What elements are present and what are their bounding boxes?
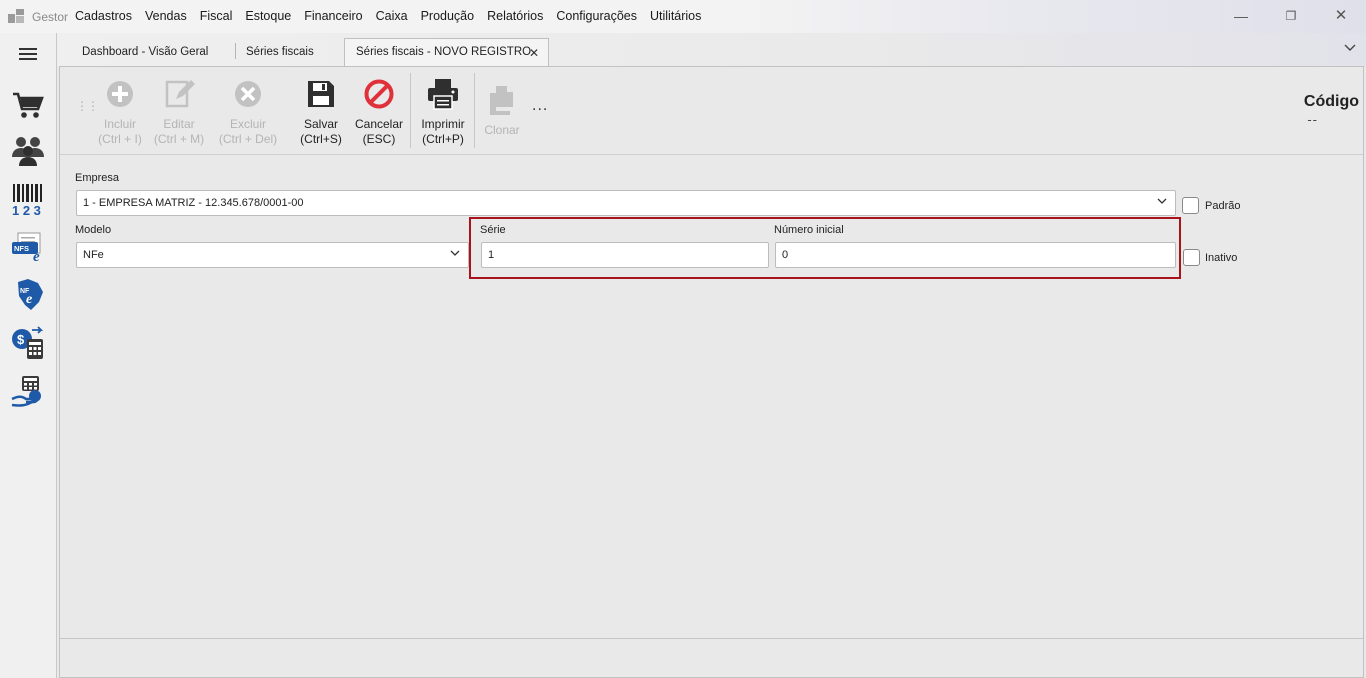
editar-label: Editar bbox=[163, 117, 195, 131]
sidebar: 1 2 3 NFS e NF e $ bbox=[0, 33, 57, 678]
svg-text:e: e bbox=[26, 292, 32, 307]
app-logo-icon bbox=[8, 9, 24, 23]
cancel-icon bbox=[364, 79, 394, 109]
modelo-value: NFe bbox=[83, 249, 104, 261]
clonar-button[interactable]: Clonar bbox=[478, 83, 526, 138]
inativo-checkbox[interactable] bbox=[1183, 249, 1200, 266]
toolbar-separator bbox=[410, 73, 411, 148]
barcode-icon[interactable]: 1 2 3 bbox=[10, 181, 46, 218]
tab-separator bbox=[235, 43, 236, 59]
svg-text:NFS: NFS bbox=[14, 244, 29, 253]
salvar-shortcut: (Ctrl+S) bbox=[300, 132, 342, 146]
tab-series-fiscais[interactable]: Séries fiscais bbox=[246, 38, 314, 67]
save-icon bbox=[308, 81, 334, 107]
svg-text:e: e bbox=[33, 249, 40, 265]
excluir-shortcut: (Ctrl + Del) bbox=[218, 132, 278, 146]
tab-dashboard[interactable]: Dashboard - Visão Geral bbox=[82, 38, 208, 67]
menu-financeiro[interactable]: Financeiro bbox=[304, 9, 362, 23]
menu-producao[interactable]: Produção bbox=[421, 9, 475, 23]
codigo-value: -- bbox=[1307, 112, 1318, 127]
salvar-button[interactable]: Salvar (Ctrl+S) bbox=[295, 77, 347, 147]
incluir-shortcut: (Ctrl + I) bbox=[98, 132, 142, 146]
incluir-button[interactable]: Incluir (Ctrl + I) bbox=[91, 77, 149, 147]
main-panel: ⋮⋮ Incluir (Ctrl + I) Editar (Ctrl + M) … bbox=[59, 66, 1364, 678]
imprimir-button[interactable]: Imprimir (Ctrl+P) bbox=[415, 77, 471, 147]
menu-configuracoes[interactable]: Configurações bbox=[556, 9, 637, 23]
codigo-label: Código bbox=[1303, 93, 1359, 110]
tab-label: Séries fiscais - NOVO REGISTRO bbox=[356, 46, 532, 58]
padrao-label: Padrão bbox=[1205, 200, 1241, 212]
svg-text:$: $ bbox=[17, 332, 25, 347]
editar-button[interactable]: Editar (Ctrl + M) bbox=[148, 77, 210, 147]
svg-text:1 2 3: 1 2 3 bbox=[12, 203, 41, 217]
cancelar-button[interactable]: Cancelar (ESC) bbox=[352, 77, 406, 147]
chevron-down-icon bbox=[450, 250, 460, 256]
excluir-label: Excluir bbox=[229, 117, 266, 131]
modelo-select[interactable]: NFe bbox=[76, 242, 469, 268]
tab-series-fiscais-novo-registro[interactable]: Séries fiscais - NOVO REGISTRO ✕ bbox=[344, 38, 549, 68]
menu-estoque[interactable]: Estoque bbox=[245, 9, 291, 23]
toolbar-separator bbox=[474, 73, 475, 148]
menu-icon[interactable] bbox=[10, 39, 46, 75]
plus-circle-icon bbox=[107, 81, 133, 107]
imprimir-label: Imprimir bbox=[421, 117, 465, 131]
minimize-button[interactable]: — bbox=[1226, 6, 1256, 26]
title-bar: Gestor Cadastros Vendas Fiscal Estoque F… bbox=[0, 0, 1366, 33]
highlight-box bbox=[469, 217, 1181, 279]
more-options-icon[interactable]: ... bbox=[532, 97, 548, 115]
empresa-select[interactable]: 1 - EMPRESA MATRIZ - 12.345.678/0001-00 bbox=[76, 190, 1176, 216]
imprimir-shortcut: (Ctrl+P) bbox=[422, 132, 464, 146]
delete-circle-icon bbox=[235, 81, 261, 107]
cancelar-label: Cancelar bbox=[354, 117, 404, 131]
incluir-label: Incluir bbox=[103, 117, 136, 131]
menu-cadastros[interactable]: Cadastros bbox=[75, 9, 132, 23]
menu-caixa[interactable]: Caixa bbox=[376, 9, 408, 23]
editar-shortcut: (Ctrl + M) bbox=[153, 132, 205, 146]
tab-close-icon[interactable]: ✕ bbox=[529, 46, 539, 60]
empresa-label: Empresa bbox=[75, 172, 120, 184]
cash-calculator-icon[interactable]: $ bbox=[10, 325, 46, 361]
print-icon bbox=[428, 79, 458, 110]
modelo-label: Modelo bbox=[75, 224, 112, 236]
close-window-button[interactable]: ✕ bbox=[1326, 6, 1356, 26]
nfe-icon[interactable]: NF e bbox=[10, 277, 46, 313]
menu-vendas[interactable]: Vendas bbox=[145, 9, 187, 23]
edit-icon bbox=[165, 80, 195, 108]
inativo-label: Inativo bbox=[1205, 252, 1238, 264]
status-bar-divider bbox=[60, 638, 1363, 639]
main-menu: Cadastros Vendas Fiscal Estoque Financei… bbox=[75, 9, 714, 23]
toolbar: ⋮⋮ Incluir (Ctrl + I) Editar (Ctrl + M) … bbox=[60, 67, 1363, 155]
menu-utilitarios[interactable]: Utilitários bbox=[650, 9, 701, 23]
cart-icon[interactable] bbox=[10, 87, 46, 123]
menu-relatorios[interactable]: Relatórios bbox=[487, 9, 543, 23]
app-name: Gestor bbox=[32, 10, 69, 24]
empresa-value: 1 - EMPRESA MATRIZ - 12.345.678/0001-00 bbox=[83, 197, 304, 209]
salvar-label: Salvar bbox=[303, 117, 338, 131]
excluir-button[interactable]: Excluir (Ctrl + Del) bbox=[215, 77, 281, 147]
tab-strip: Dashboard - Visão Geral Séries fiscais S… bbox=[57, 33, 1366, 68]
clonar-label: Clonar bbox=[484, 123, 520, 137]
cancelar-shortcut: (ESC) bbox=[362, 132, 396, 146]
users-icon[interactable] bbox=[10, 133, 46, 169]
payment-icon[interactable] bbox=[10, 373, 46, 409]
padrao-checkbox[interactable] bbox=[1182, 197, 1199, 214]
chevron-down-icon bbox=[1157, 198, 1167, 204]
nfse-icon[interactable]: NFS e bbox=[10, 229, 46, 265]
chevron-down-icon[interactable] bbox=[1344, 41, 1356, 55]
menu-fiscal[interactable]: Fiscal bbox=[200, 9, 233, 23]
restore-button[interactable]: ❐ bbox=[1276, 6, 1306, 26]
clone-icon bbox=[490, 86, 513, 115]
